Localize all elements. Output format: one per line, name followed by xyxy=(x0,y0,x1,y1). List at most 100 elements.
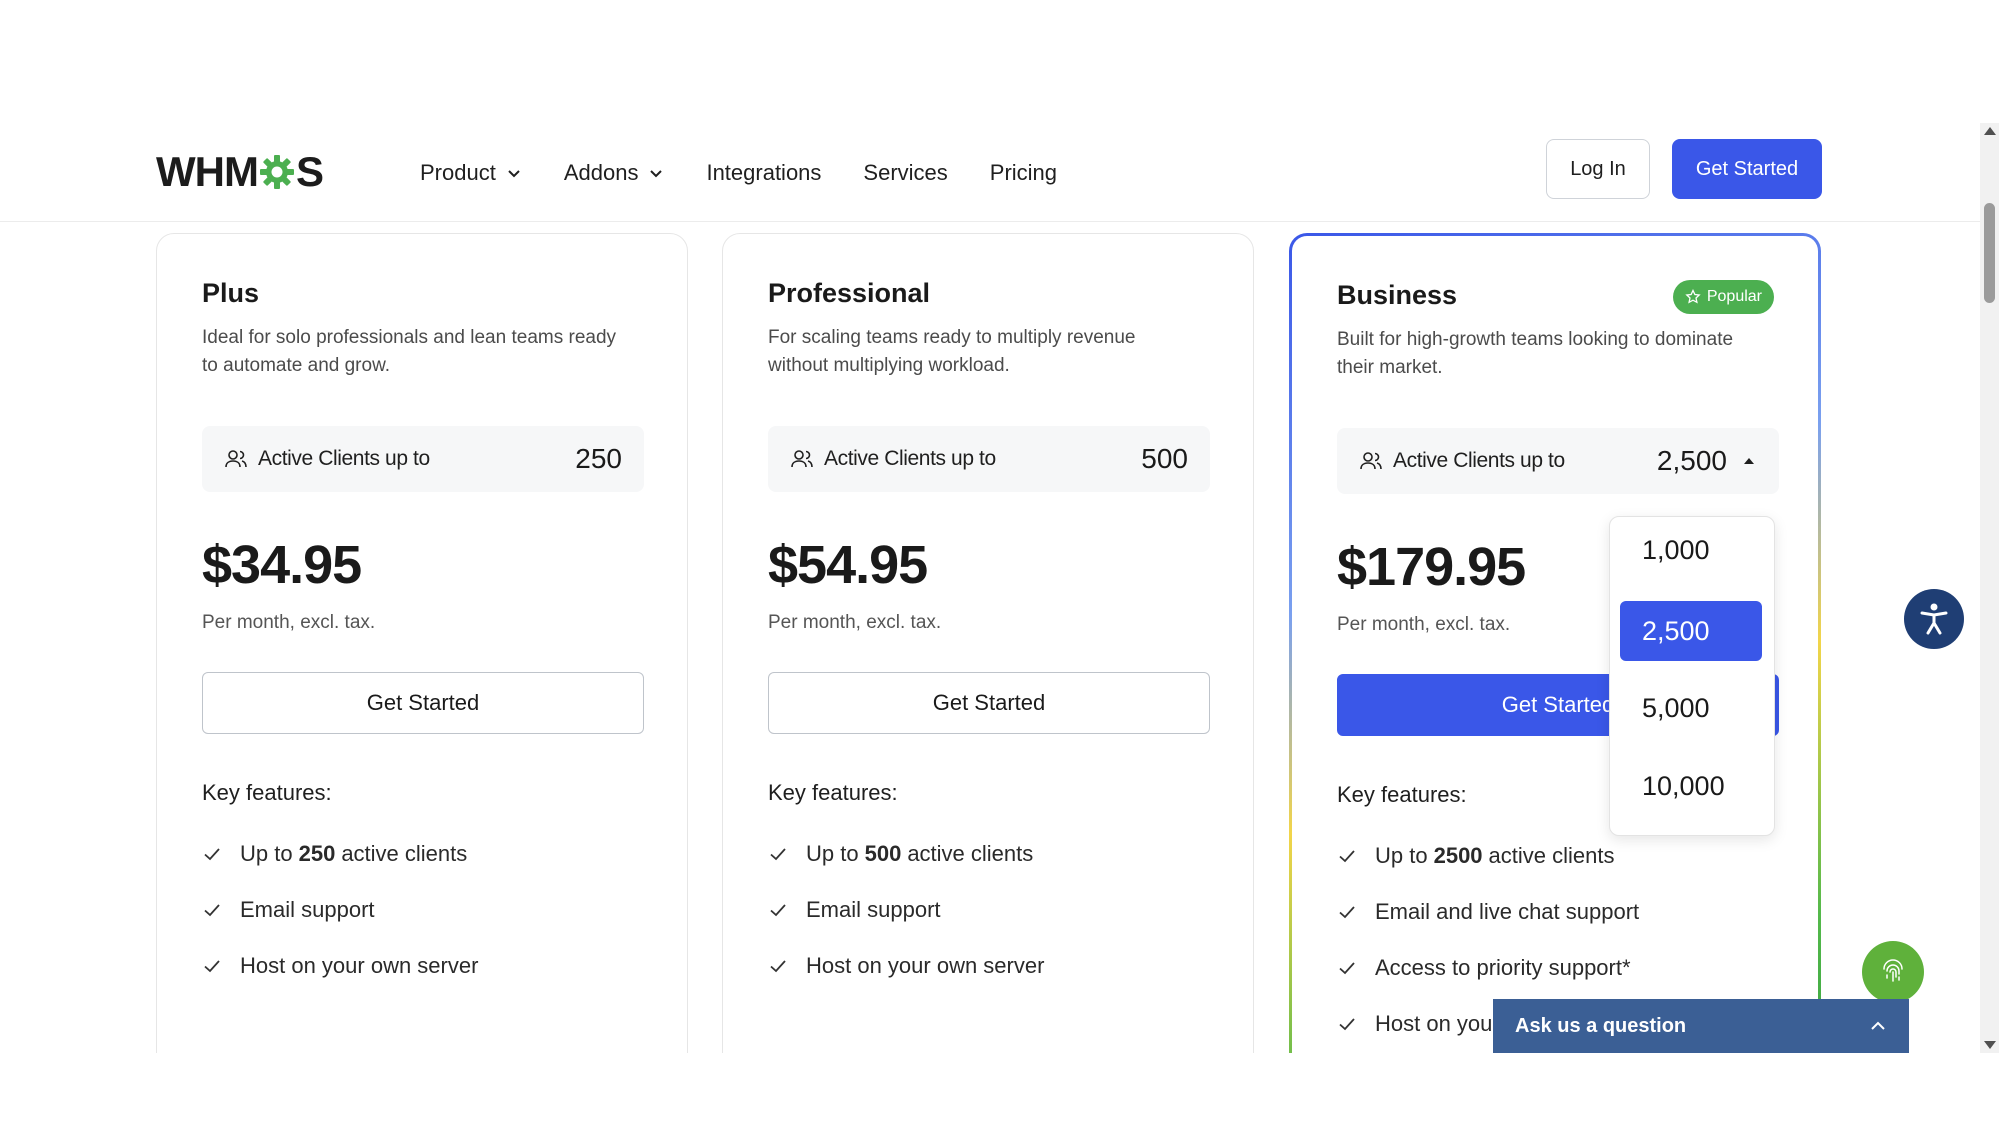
nav-item-label: Services xyxy=(863,160,948,185)
check-icon xyxy=(204,904,220,917)
key-features-title: Key features: xyxy=(1337,782,1467,807)
plan-description: Built for high-growth teams looking to d… xyxy=(1337,329,1734,378)
nav-item-product[interactable]: Product xyxy=(420,160,522,186)
scroll-down-arrow[interactable] xyxy=(1984,1041,1996,1049)
feature-text-post: active clients xyxy=(907,841,1034,866)
feature-text: Host on your own server xyxy=(240,953,479,978)
feature-text-pre: Up to xyxy=(1375,843,1428,868)
plan-price: $179.95 xyxy=(1337,537,1526,597)
feature-text-bold: 250 xyxy=(298,841,336,866)
dropdown-option-2500[interactable]: 2,500 xyxy=(1620,601,1762,661)
price-note: Per month, excl. tax. xyxy=(1337,614,1511,635)
check-icon xyxy=(1339,1018,1355,1031)
fingerprint-icon xyxy=(1883,959,1903,982)
active-clients-selector[interactable]: Active Clients up to 250 xyxy=(202,426,644,492)
price-note: Per month, excl. tax. xyxy=(202,612,376,633)
plan-price: $54.95 xyxy=(768,535,928,595)
logo-text-suffix: S xyxy=(295,148,324,195)
plan-card-professional: Professional For scaling teams ready to … xyxy=(722,233,1254,1053)
feature-text: Email support xyxy=(806,897,941,922)
features-list: Up to 500 active clients Email support Hos… xyxy=(768,826,1044,994)
nav-item-label: Integrations xyxy=(706,160,822,185)
nav-item-label: Pricing xyxy=(989,160,1058,185)
login-button[interactable]: Log In xyxy=(1546,139,1650,199)
dropdown-option-5000[interactable]: 5,000 xyxy=(1620,678,1762,738)
plan-name: Plus xyxy=(202,278,260,308)
check-icon xyxy=(770,904,786,917)
feature-text: Email and live chat support xyxy=(1375,899,1640,924)
active-clients-value: 500 xyxy=(1141,443,1188,474)
price-note: Per month, excl. tax. xyxy=(768,612,942,633)
users-icon xyxy=(791,450,813,468)
chat-widget-bar[interactable]: Ask us a question xyxy=(1493,999,1909,1053)
feature-text-bold: 2500 xyxy=(1433,843,1483,868)
users-icon xyxy=(1360,452,1382,470)
check-icon xyxy=(204,960,220,973)
feature-text-pre: Up to xyxy=(240,841,293,866)
plan-name: Business xyxy=(1337,280,1458,310)
get-started-button-professional[interactable]: Get Started xyxy=(768,672,1210,734)
active-clients-selector[interactable]: Active Clients up to 2,500 xyxy=(1337,428,1779,494)
check-icon xyxy=(770,960,786,973)
active-clients-label: Active Clients up to xyxy=(258,447,430,470)
feature-text-post: active clients xyxy=(1488,843,1615,868)
key-features-title: Key features: xyxy=(768,780,898,805)
feature-item: Email support xyxy=(202,882,478,938)
scroll-up-arrow[interactable] xyxy=(1984,127,1996,135)
check-icon xyxy=(770,848,786,861)
users-icon xyxy=(225,450,247,468)
nav-item-addons[interactable]: Addons xyxy=(564,160,665,186)
chevron-down-icon xyxy=(650,170,663,178)
whmcs-logo[interactable]: WHM S xyxy=(156,148,324,195)
accessibility-icon xyxy=(1920,603,1948,635)
key-features-title: Key features: xyxy=(202,780,332,805)
site-header: WHM S Product Addons Integrations Servic… xyxy=(0,123,1980,222)
plan-card-plus: Plus Ideal for solo professionals and le… xyxy=(156,233,688,1053)
feature-item: Access to priority support* xyxy=(1337,940,1639,996)
header-get-started-button[interactable]: Get Started xyxy=(1672,139,1822,199)
feature-text-pre: Up to xyxy=(806,841,859,866)
nav-item-services[interactable]: Services xyxy=(863,160,947,186)
active-clients-value: 2,500 xyxy=(1656,445,1727,476)
feature-item: Host on your own server xyxy=(202,938,478,994)
feature-text: Email support xyxy=(240,897,375,922)
fingerprint-button[interactable] xyxy=(1862,941,1924,1003)
active-clients-label: Active Clients up to xyxy=(1393,449,1565,472)
feature-text: Host on your own server xyxy=(806,953,1045,978)
feature-text: Host on you xyxy=(1375,1011,1493,1036)
active-clients-value: 250 xyxy=(575,443,622,474)
check-icon xyxy=(1339,962,1355,975)
features-list: Up to 250 active clients Email support Hos… xyxy=(202,826,478,994)
feature-item: Host on your own server xyxy=(768,938,1044,994)
feature-item: Up to 500 active clients xyxy=(768,826,1044,882)
caret-up-icon[interactable] xyxy=(1741,453,1757,469)
active-clients-label: Active Clients up to xyxy=(824,447,996,470)
accessibility-button[interactable] xyxy=(1904,589,1964,649)
feature-text-post: active clients xyxy=(341,841,468,866)
chevron-up-icon[interactable] xyxy=(1869,1017,1887,1035)
check-icon xyxy=(1339,906,1355,919)
active-clients-dropdown: 1,000 2,500 5,000 10,000 xyxy=(1609,516,1775,836)
plan-name: Professional xyxy=(768,278,931,308)
plan-description: For scaling teams ready to multiply reve… xyxy=(768,327,1136,376)
nav-item-pricing[interactable]: Pricing xyxy=(990,160,1057,186)
nav-item-integrations[interactable]: Integrations xyxy=(706,160,821,186)
popular-badge: Popular xyxy=(1672,280,1774,314)
check-icon xyxy=(1339,850,1355,863)
scroll-thumb[interactable] xyxy=(1984,203,1995,303)
feature-text-bold: 500 xyxy=(864,841,902,866)
plan-description: Ideal for solo professionals and lean te… xyxy=(202,327,617,376)
browser-frame: WHM S Product Addons Integrations Servic… xyxy=(0,0,1999,1125)
main-nav: Product Addons Integrations Services Pri… xyxy=(420,153,1099,193)
feature-item: Email and live chat support xyxy=(1337,884,1639,940)
star-icon xyxy=(1685,289,1701,304)
gear-logo-icon xyxy=(259,155,294,189)
dropdown-option-10000[interactable]: 10,000 xyxy=(1620,756,1762,816)
get-started-button-plus[interactable]: Get Started xyxy=(202,672,644,734)
dropdown-option-1000[interactable]: 1,000 xyxy=(1620,520,1762,580)
badge-label: Popular xyxy=(1706,288,1762,305)
plan-price: $34.95 xyxy=(202,535,362,595)
active-clients-selector[interactable]: Active Clients up to 500 xyxy=(768,426,1210,492)
page-scrollbar[interactable] xyxy=(1980,123,1999,1053)
logo-text-prefix: WHM xyxy=(156,148,259,195)
